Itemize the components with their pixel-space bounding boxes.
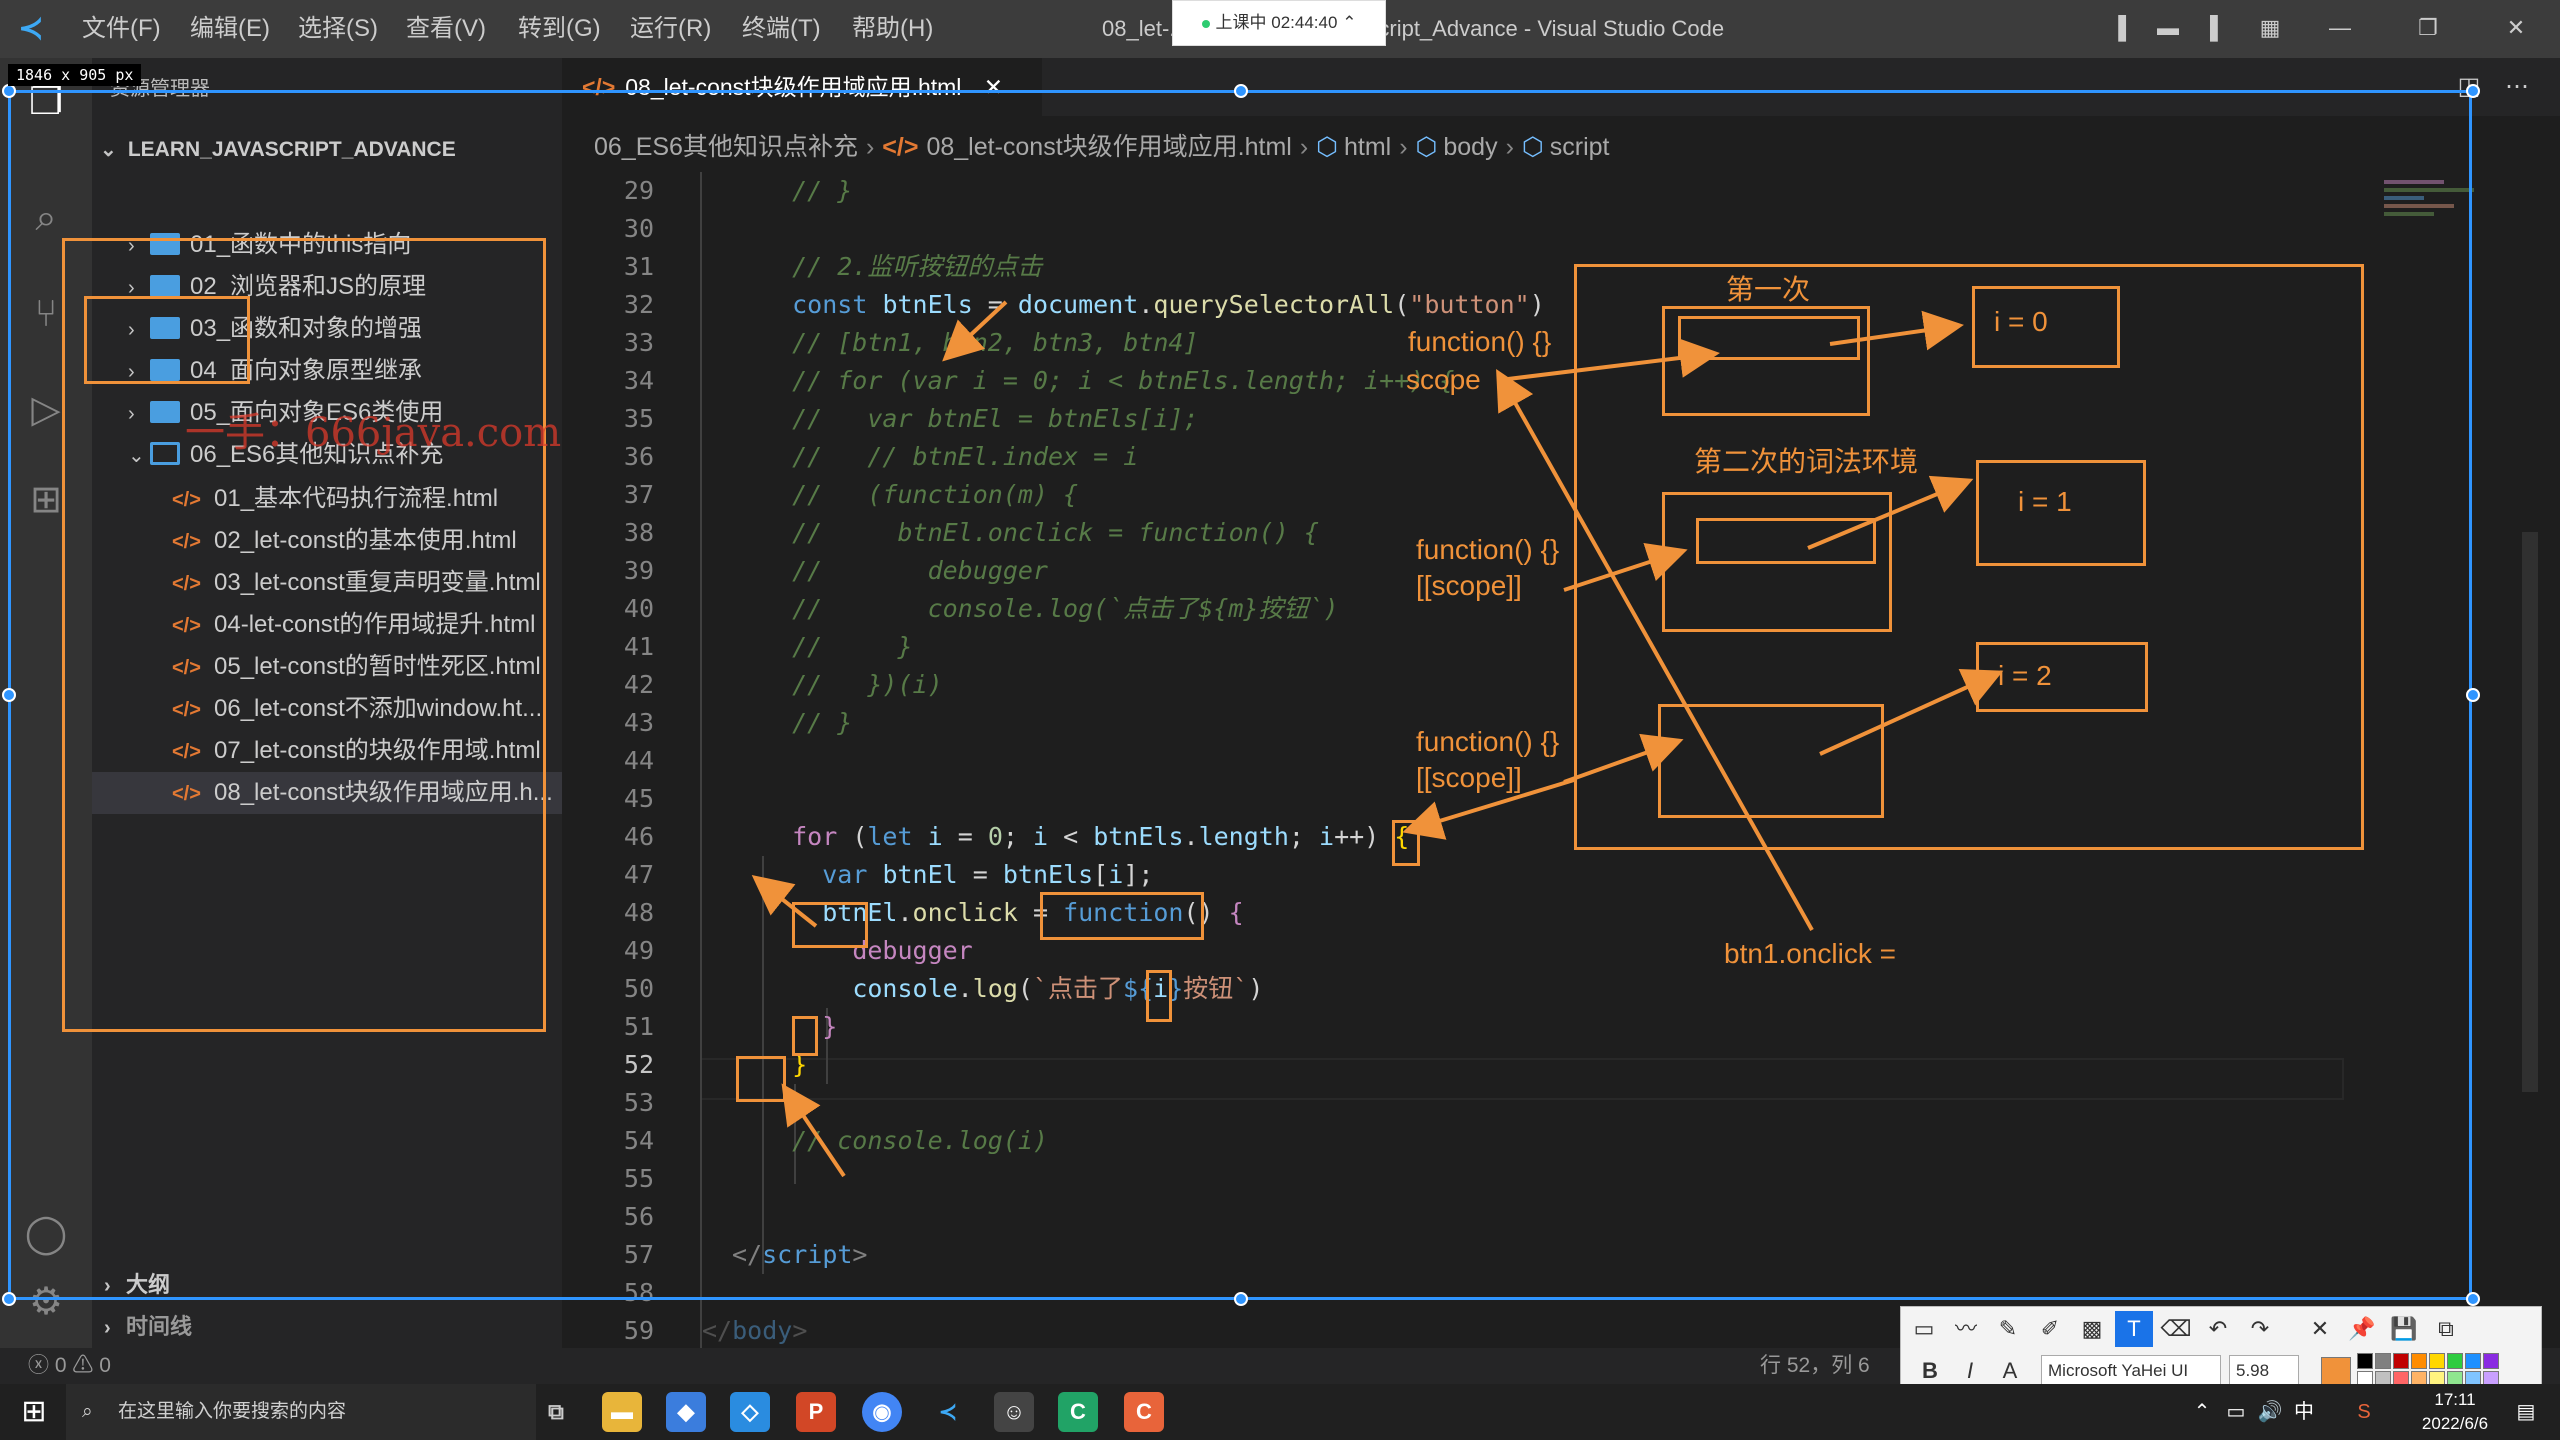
current-color-swatch[interactable]	[2321, 1357, 2351, 1385]
cursor-position[interactable]: 行 52，列 6	[1760, 1348, 1870, 1384]
redo-icon[interactable]: ↷	[2241, 1311, 2279, 1347]
tray-overflow-icon[interactable]: ⌃	[2188, 1398, 2216, 1426]
app-icon[interactable]: ◇	[730, 1392, 770, 1432]
task-view-icon[interactable]: ⧉	[536, 1392, 576, 1432]
save-icon[interactable]: 💾	[2385, 1311, 2423, 1347]
eraser-tool-icon[interactable]: ⌫	[2157, 1311, 2195, 1347]
resize-handle[interactable]	[2466, 84, 2480, 98]
file-explorer-icon[interactable]: ▬	[602, 1392, 642, 1432]
ime-icon[interactable]: 中	[2290, 1398, 2318, 1426]
line-tool-icon[interactable]: 〰	[1947, 1311, 1985, 1347]
app-icon[interactable]: ◆	[666, 1392, 706, 1432]
clock-time: 17:11	[2434, 1390, 2476, 1409]
app-icon[interactable]: C	[1058, 1392, 1098, 1432]
taskbar-clock[interactable]: 17:11 2022/6/6	[2400, 1388, 2510, 1436]
warning-icon: ⚠	[72, 1354, 94, 1377]
error-count: 0	[54, 1354, 67, 1377]
color-swatch[interactable]	[2483, 1353, 2499, 1369]
resize-handle[interactable]	[2466, 688, 2480, 702]
pin-icon[interactable]: 📌	[2343, 1311, 2381, 1347]
app-tray-icon[interactable]: S	[2350, 1398, 2378, 1426]
app-icon[interactable]: C	[1124, 1392, 1164, 1432]
selection-size-label: 1846 x 905 px	[8, 64, 142, 86]
color-swatch[interactable]	[2357, 1353, 2373, 1369]
text-tool-icon[interactable]: T	[2115, 1311, 2153, 1347]
marker-tool-icon[interactable]: ✐	[2031, 1311, 2069, 1347]
notification-icon[interactable]: ▤	[2512, 1398, 2540, 1426]
drawing-toolbar: ▭ 〰 ✎ ✐ ▩ T ⌫ ↶ ↷ ✕ 📌 💾 ⧉ B I A Microsof…	[1900, 1306, 2542, 1392]
search-placeholder: 在这里输入你要搜索的内容	[118, 1401, 347, 1422]
resize-handle[interactable]	[1234, 84, 1248, 98]
resize-handle[interactable]	[2, 84, 16, 98]
avatar-app-icon[interactable]: ☺	[994, 1392, 1034, 1432]
windows-taskbar: ⊞ ⌕ 在这里输入你要搜索的内容 ⧉ ▬ ◆ ◇ P ◉ ≺ ☺ C C ⌃ ▭ …	[0, 1384, 2560, 1440]
powerpoint-icon[interactable]: P	[796, 1392, 836, 1432]
copy-icon[interactable]: ⧉	[2427, 1311, 2465, 1347]
search-icon: ⌕	[82, 1401, 93, 1422]
color-swatch[interactable]	[2447, 1353, 2463, 1369]
font-size-select[interactable]: 5.98	[2229, 1355, 2299, 1385]
mosaic-tool-icon[interactable]: ▩	[2073, 1311, 2111, 1347]
resize-handle[interactable]	[2466, 1292, 2480, 1306]
resize-handle[interactable]	[1234, 1292, 1248, 1306]
warning-count: 0	[99, 1354, 111, 1377]
color-swatch[interactable]	[2465, 1353, 2481, 1369]
windows-start-icon[interactable]: ⊞	[14, 1392, 54, 1432]
color-swatch[interactable]	[2411, 1353, 2427, 1369]
problems-indicator[interactable]: ⓧ 0 ⚠ 0	[28, 1348, 111, 1384]
resize-handle[interactable]	[2, 688, 16, 702]
error-icon: ⓧ	[28, 1354, 49, 1377]
pen-tool-icon[interactable]: ✎	[1989, 1311, 2027, 1347]
font-select[interactable]: Microsoft YaHei UI	[2041, 1355, 2221, 1385]
color-swatch[interactable]	[2429, 1353, 2445, 1369]
vscode-taskbar-icon[interactable]: ≺	[928, 1392, 968, 1432]
color-swatch[interactable]	[2375, 1353, 2391, 1369]
shape-tool-icon[interactable]: ▭	[1905, 1311, 1943, 1347]
resize-handle[interactable]	[2, 1292, 16, 1306]
chrome-icon[interactable]: ◉	[862, 1392, 902, 1432]
volume-icon[interactable]: 🔊	[2256, 1398, 2284, 1426]
taskbar-search-input[interactable]: ⌕ 在这里输入你要搜索的内容	[66, 1384, 536, 1440]
network-icon[interactable]: ▭	[2222, 1398, 2250, 1426]
close-icon[interactable]: ✕	[2301, 1311, 2339, 1347]
undo-icon[interactable]: ↶	[2199, 1311, 2237, 1347]
clock-date: 2022/6/6	[2421, 1414, 2489, 1433]
color-swatch[interactable]	[2393, 1353, 2409, 1369]
capture-selection-frame[interactable]	[8, 90, 2472, 1300]
